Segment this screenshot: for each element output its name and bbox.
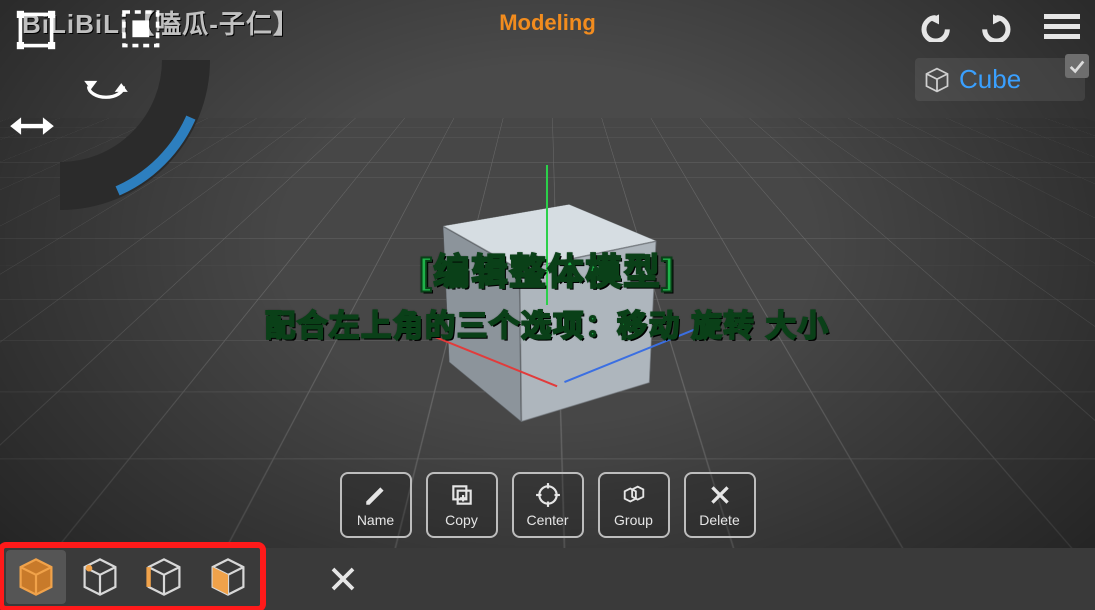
move-icon <box>12 6 60 54</box>
top-right-toolbar <box>911 8 1085 44</box>
mode-title: Modeling <box>499 10 596 36</box>
center-icon <box>535 482 561 508</box>
pan-icon <box>8 113 56 139</box>
copy-label: Copy <box>445 512 478 528</box>
hamburger-icon <box>1042 10 1082 42</box>
x-icon <box>328 564 358 594</box>
cube-edge-icon <box>142 555 186 599</box>
pencil-icon <box>363 482 389 508</box>
center-button[interactable]: Center <box>512 472 584 538</box>
group-label: Group <box>614 512 653 528</box>
object-label: Cube <box>959 64 1021 95</box>
center-label: Center <box>526 512 568 528</box>
undo-button[interactable] <box>911 8 957 44</box>
delete-label: Delete <box>699 512 739 528</box>
rotate-icon <box>82 70 130 103</box>
selection-mode-group <box>2 546 262 608</box>
check-icon <box>1068 57 1086 75</box>
delete-button[interactable]: Delete <box>684 472 756 538</box>
group-icon <box>621 482 647 508</box>
group-button[interactable]: Group <box>598 472 670 538</box>
copy-button[interactable]: Copy <box>426 472 498 538</box>
bottom-toolbar <box>0 548 1095 610</box>
transform-dial <box>0 0 210 170</box>
cube-face-icon <box>206 555 250 599</box>
pan-tool-button[interactable] <box>8 108 56 144</box>
object-visibility-checkbox[interactable] <box>1065 54 1089 78</box>
copy-icon <box>449 482 475 508</box>
scale-icon <box>118 6 166 54</box>
redo-button[interactable] <box>975 8 1021 44</box>
redo-icon <box>978 10 1018 42</box>
rotate-tool-button[interactable] <box>82 68 130 104</box>
name-label: Name <box>357 512 394 528</box>
name-button[interactable]: Name <box>340 472 412 538</box>
cube-solid-icon <box>14 555 58 599</box>
menu-button[interactable] <box>1039 8 1085 44</box>
undo-icon <box>914 10 954 42</box>
object-mode-button[interactable] <box>6 550 66 604</box>
object-list-item[interactable]: Cube <box>915 58 1085 101</box>
close-icon <box>707 482 733 508</box>
edge-mode-button[interactable] <box>134 550 194 604</box>
scale-tool-button[interactable] <box>118 6 166 54</box>
cube-icon <box>923 66 951 94</box>
scene-object-cube[interactable] <box>478 221 610 390</box>
close-toolbar-button[interactable] <box>322 558 364 600</box>
vertex-mode-button[interactable] <box>70 550 130 604</box>
object-action-bar: Name Copy Center Group Delete <box>340 472 756 538</box>
cube-vertex-icon <box>78 555 122 599</box>
face-mode-button[interactable] <box>198 550 258 604</box>
move-tool-button[interactable] <box>12 6 60 54</box>
